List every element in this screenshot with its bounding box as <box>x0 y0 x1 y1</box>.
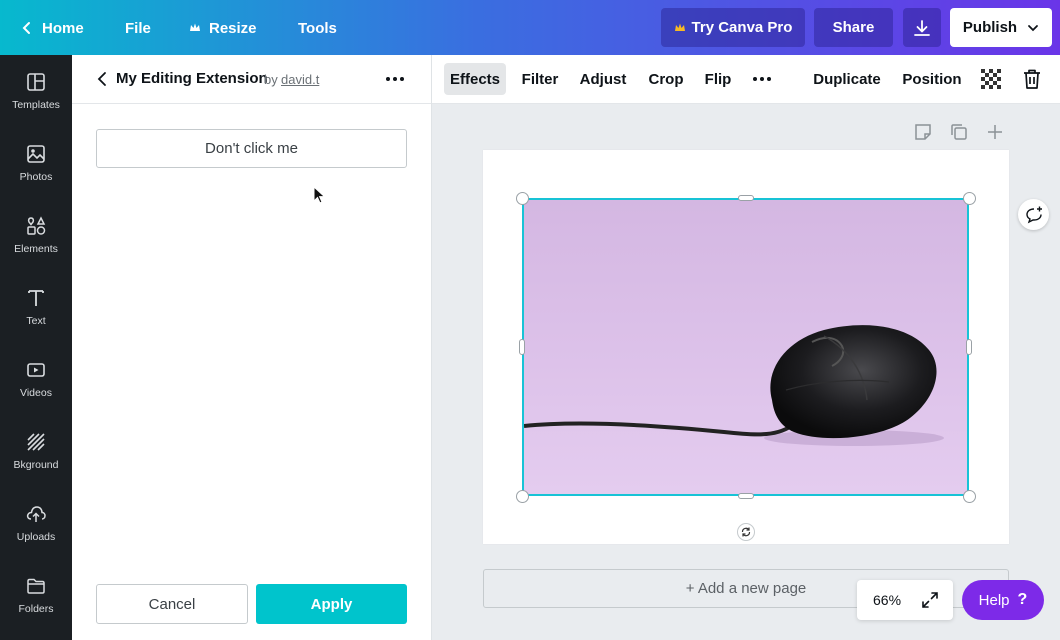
zoom-level[interactable]: 66% <box>873 592 901 608</box>
trash-icon <box>1024 69 1040 89</box>
tools-menu[interactable]: Tools <box>298 8 337 48</box>
videos-icon <box>27 363 45 377</box>
resize-handle-left[interactable] <box>519 339 525 355</box>
by-label: by <box>264 72 278 87</box>
sidebar-item-label: Elements <box>14 243 58 255</box>
home-button[interactable]: Home <box>20 8 84 48</box>
crop-button[interactable]: Crop <box>647 63 685 95</box>
sidebar-item-label: Folders <box>18 603 54 615</box>
file-menu[interactable]: File <box>125 8 151 48</box>
transparency-icon <box>981 69 1001 89</box>
file-label: File <box>125 19 151 37</box>
extension-title: My Editing Extension <box>116 70 268 87</box>
help-button[interactable]: Help ? <box>962 580 1044 620</box>
resize-handle-top-left[interactable] <box>516 192 529 205</box>
resize-label: Resize <box>209 19 257 37</box>
comment-add-icon <box>1025 206 1042 223</box>
resize-handle-right[interactable] <box>966 339 972 355</box>
rotate-icon <box>741 527 751 537</box>
resize-handle-top[interactable] <box>738 195 754 201</box>
computer-mouse-photo <box>524 325 944 446</box>
download-icon <box>914 19 930 36</box>
dont-click-me-button[interactable]: Don't click me <box>96 129 407 168</box>
transparency-button[interactable] <box>981 63 1001 95</box>
publish-label: Publish <box>962 19 1018 36</box>
zoom-control: 66% <box>857 580 953 620</box>
crown-icon <box>190 23 200 31</box>
help-label: Help <box>978 591 1010 609</box>
top-bar: Home File Resize Tools Try Canva Pro Sha… <box>0 0 1060 55</box>
cancel-button[interactable]: Cancel <box>96 584 248 624</box>
sidebar-item-label: Photos <box>19 171 53 183</box>
extension-panel: My Editing Extension by david.t Don't cl… <box>72 55 432 640</box>
elements-icon <box>27 216 46 235</box>
fullscreen-icon[interactable] <box>921 591 939 609</box>
left-sidebar: Templates Photos Elements Text Videos Bk… <box>0 55 72 640</box>
sidebar-item-background[interactable]: Bkground <box>0 415 72 487</box>
position-button[interactable]: Position <box>902 63 961 95</box>
share-label: Share <box>832 19 875 36</box>
sidebar-item-templates[interactable]: Templates <box>0 55 72 127</box>
home-label: Home <box>42 19 84 37</box>
share-button[interactable]: Share <box>814 8 893 47</box>
duplicate-button[interactable]: Duplicate <box>813 63 881 95</box>
resize-handle-bottom-left[interactable] <box>516 490 529 503</box>
resize-handle-bottom[interactable] <box>738 493 754 499</box>
sidebar-item-videos[interactable]: Videos <box>0 343 72 415</box>
page-notes-icon[interactable] <box>913 122 933 142</box>
text-icon <box>28 290 44 306</box>
sidebar-item-elements[interactable]: Elements <box>0 199 72 271</box>
sidebar-item-photos[interactable]: Photos <box>0 127 72 199</box>
resize-button[interactable]: Resize <box>189 8 257 48</box>
download-button[interactable] <box>903 8 941 47</box>
tools-label: Tools <box>298 19 337 37</box>
sidebar-item-folders[interactable]: Folders <box>0 559 72 631</box>
panel-header: My Editing Extension by david.t <box>72 55 431 104</box>
chevron-left-icon <box>22 22 30 34</box>
publish-button[interactable]: Publish <box>950 8 1052 47</box>
add-comment-button[interactable] <box>1018 199 1049 230</box>
author-link[interactable]: david.t <box>281 72 319 87</box>
filter-button[interactable]: Filter <box>518 63 562 95</box>
adjust-button[interactable]: Adjust <box>579 63 627 95</box>
sidebar-item-label: Text <box>26 315 46 327</box>
folders-icon <box>27 578 45 594</box>
uploads-icon <box>26 506 46 522</box>
sidebar-item-uploads[interactable]: Uploads <box>0 487 72 559</box>
try-canva-pro-button[interactable]: Try Canva Pro <box>661 8 805 47</box>
sidebar-item-label: Bkground <box>13 459 59 471</box>
more-horizontal-icon <box>753 77 771 81</box>
resize-handle-top-right[interactable] <box>963 192 976 205</box>
back-chevron-icon[interactable] <box>94 70 112 88</box>
selected-photo[interactable] <box>522 198 969 496</box>
try-pro-label: Try Canva Pro <box>691 19 793 36</box>
flip-button[interactable]: Flip <box>704 63 732 95</box>
question-mark-icon: ? <box>1017 591 1028 608</box>
chevron-down-icon <box>1028 24 1038 31</box>
more-tools-button[interactable] <box>750 63 774 95</box>
more-options-icon[interactable] <box>384 68 406 90</box>
resize-handle-bottom-right[interactable] <box>963 490 976 503</box>
effects-button[interactable]: Effects <box>444 63 506 95</box>
sidebar-item-label: Templates <box>12 99 60 111</box>
background-icon <box>27 433 45 451</box>
templates-icon <box>27 73 45 91</box>
mouse-cursor-icon <box>313 186 326 204</box>
duplicate-page-icon[interactable] <box>949 122 969 142</box>
rotate-handle[interactable] <box>737 523 755 541</box>
sidebar-item-label: Videos <box>20 387 52 399</box>
sidebar-item-label: Uploads <box>16 531 56 543</box>
sidebar-item-text[interactable]: Text <box>0 271 72 343</box>
add-page-icon[interactable] <box>985 122 1005 142</box>
apply-button[interactable]: Apply <box>256 584 407 624</box>
delete-button[interactable] <box>1021 63 1043 95</box>
photos-icon <box>27 145 45 163</box>
editor-toolbar: Effects Filter Adjust Crop Flip Duplicat… <box>432 55 1060 104</box>
crown-icon <box>674 23 685 31</box>
